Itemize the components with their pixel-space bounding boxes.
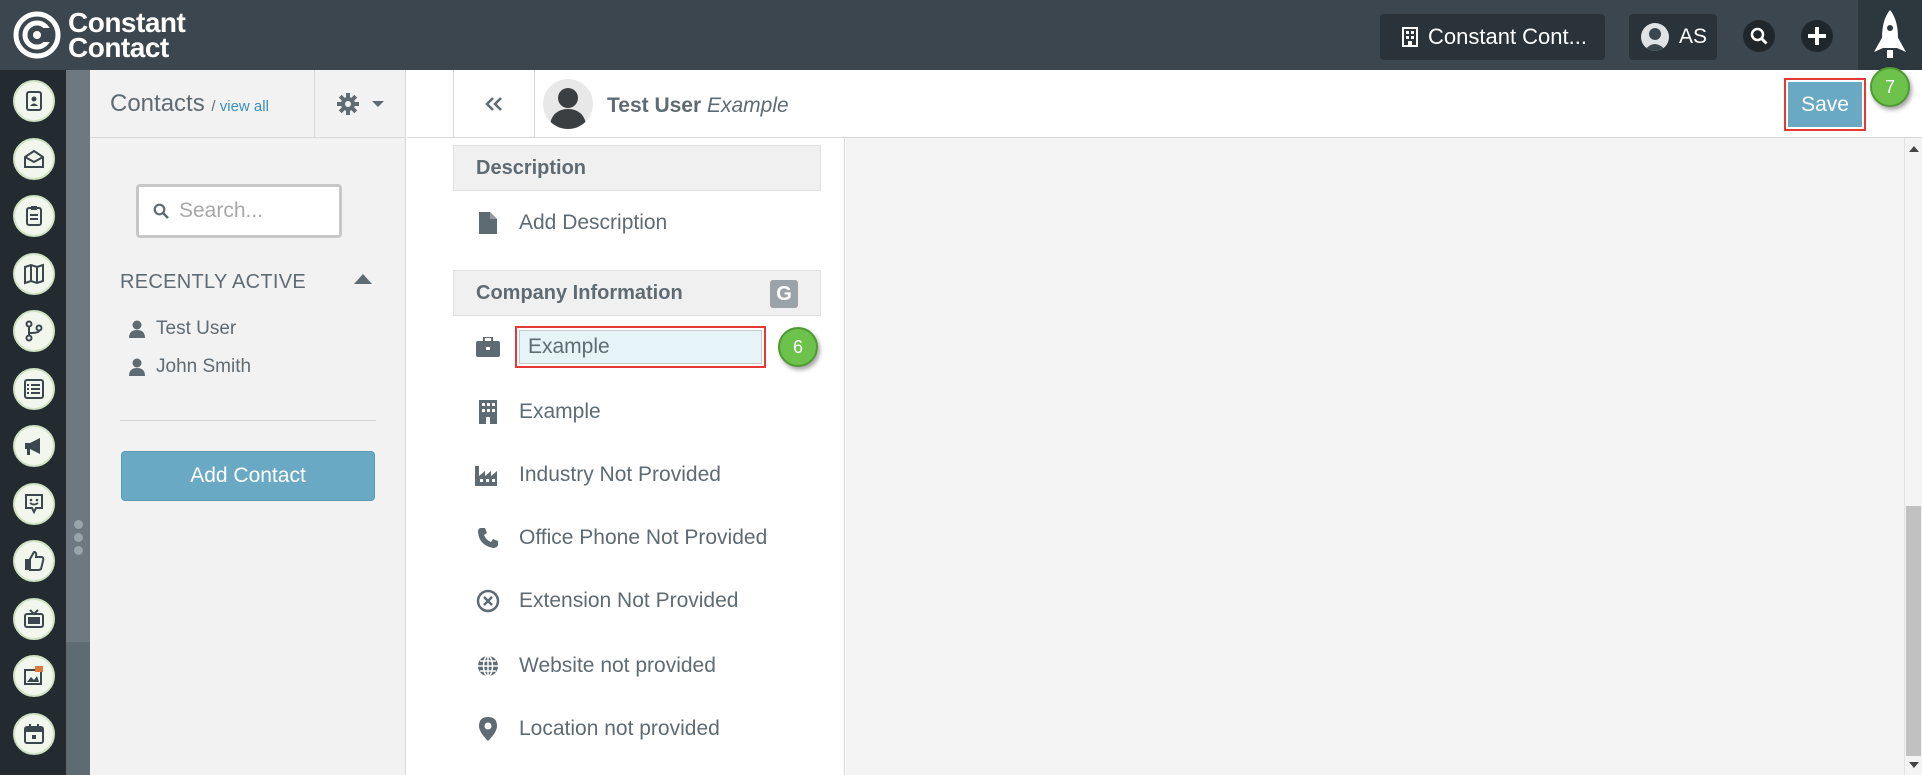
email-icon[interactable] — [13, 137, 55, 180]
scroll-down-arrow-icon[interactable] — [1909, 762, 1919, 768]
map-icon[interactable] — [13, 252, 55, 295]
gear-icon — [336, 93, 359, 115]
search-input[interactable] — [179, 199, 319, 223]
phone-icon — [475, 525, 501, 551]
industry-row[interactable]: Industry Not Provided — [475, 460, 721, 490]
office-phone-value: Office Phone Not Provided — [519, 526, 768, 549]
collapse-panel-button[interactable] — [453, 70, 535, 138]
add-contact-button[interactable]: Add Contact — [121, 451, 375, 501]
extension-row[interactable]: Extension Not Provided — [475, 586, 738, 616]
app-icon-rail — [0, 70, 66, 775]
scroll-thumb[interactable] — [1906, 506, 1921, 756]
plus-icon[interactable] — [1801, 20, 1833, 52]
briefcase-icon — [475, 334, 501, 360]
search-icon — [153, 203, 169, 219]
user-initials: AS — [1679, 25, 1708, 48]
details-column: Description Add Description Company Info… — [453, 138, 845, 775]
settings-dropdown[interactable] — [314, 70, 406, 138]
division-row[interactable]: Example — [475, 397, 601, 427]
content-scrollbar[interactable] — [1904, 138, 1922, 775]
contact-name: Test User — [607, 94, 702, 117]
contacts-panel-header: Contacts / view all — [90, 70, 405, 138]
website-row[interactable]: Website not provided — [475, 651, 716, 681]
add-description-row[interactable]: Add Description — [475, 208, 667, 238]
step-badge: 7 — [1870, 67, 1910, 107]
company-name-input[interactable] — [519, 330, 762, 364]
recently-active-heading: RECENTLY ACTIVE — [120, 271, 307, 293]
contacts-panel: Contacts / view all RECENTLY ACTIVE Test… — [90, 70, 406, 775]
double-chevron-left-icon — [485, 97, 502, 111]
rocket-icon[interactable] — [1858, 0, 1922, 70]
save-button[interactable]: Save — [1788, 82, 1862, 127]
list-icon[interactable] — [13, 367, 55, 410]
step-badge: 6 — [778, 327, 818, 367]
building-icon — [1402, 27, 1418, 47]
contact-company: Example — [707, 94, 789, 117]
company-name-row — [475, 332, 519, 362]
survey-icon[interactable] — [13, 482, 55, 525]
person-icon — [129, 358, 145, 376]
workflow-icon[interactable] — [13, 310, 55, 352]
company-information-heading: Company Information G — [453, 270, 821, 316]
building-icon — [475, 399, 501, 425]
industry-value: Industry Not Provided — [519, 463, 721, 486]
scroll-up-arrow-icon[interactable] — [1909, 146, 1919, 152]
tv-icon[interactable] — [13, 597, 55, 640]
factory-icon — [475, 462, 501, 488]
top-navigation-bar: Constant Contact Constant Cont... AS — [0, 0, 1922, 70]
user-avatar-icon — [1641, 23, 1669, 51]
contact-record: Test User Example Save 7 Description Add… — [407, 67, 1922, 775]
location-value: Location not provided — [519, 717, 720, 740]
contact-search-box[interactable] — [136, 184, 342, 238]
recent-contact-item[interactable]: John Smith — [128, 356, 251, 378]
calendar-icon[interactable] — [13, 712, 55, 755]
image-icon[interactable] — [13, 655, 55, 697]
recent-contact-name: Test User — [156, 318, 237, 339]
division-value: Example — [519, 400, 601, 423]
account-switcher-button[interactable]: Constant Cont... — [1380, 14, 1605, 60]
collapse-caret-icon[interactable] — [354, 274, 372, 284]
close-circle-icon — [475, 588, 501, 614]
constant-contact-logo[interactable]: Constant Contact — [12, 9, 186, 63]
panel-resize-handle[interactable] — [74, 520, 83, 559]
record-header: Test User Example Save 7 — [407, 67, 1922, 138]
description-heading: Description — [453, 145, 821, 191]
recent-contact-item[interactable]: Test User — [128, 318, 236, 340]
megaphone-icon[interactable] — [13, 425, 55, 467]
user-menu-button[interactable]: AS — [1629, 14, 1717, 60]
thumbs-up-icon[interactable] — [13, 540, 55, 582]
chevron-down-icon — [371, 101, 384, 107]
view-all-separator: / — [211, 98, 216, 115]
document-icon — [475, 210, 501, 236]
office-phone-row[interactable]: Office Phone Not Provided — [475, 523, 767, 553]
contact-avatar — [543, 79, 593, 129]
clipboard-icon[interactable] — [13, 195, 55, 237]
location-pin-icon — [475, 716, 501, 742]
divider — [120, 420, 376, 421]
view-all-link[interactable]: view all — [220, 98, 269, 115]
rail-scrollbar[interactable] — [66, 70, 90, 775]
recent-contact-name: John Smith — [156, 356, 252, 377]
record-content-pane — [846, 138, 1904, 775]
add-description-link[interactable]: Add Description — [519, 211, 667, 235]
website-value: Website not provided — [519, 654, 716, 677]
person-icon — [129, 320, 145, 338]
globe-icon — [475, 653, 501, 679]
search-icon[interactable] — [1743, 20, 1775, 52]
contacts-title: Contacts — [110, 90, 205, 117]
account-name: Constant Cont... — [1428, 24, 1587, 49]
contacts-icon[interactable] — [13, 80, 55, 122]
extension-value: Extension Not Provided — [519, 589, 739, 612]
save-highlight: Save — [1784, 78, 1866, 131]
logo-mark-icon — [13, 11, 61, 59]
company-name-highlight — [515, 326, 766, 368]
google-lookup-icon[interactable]: G — [770, 280, 798, 308]
location-row[interactable]: Location not provided — [475, 714, 720, 744]
logo-text-line2: Contact — [68, 32, 169, 63]
